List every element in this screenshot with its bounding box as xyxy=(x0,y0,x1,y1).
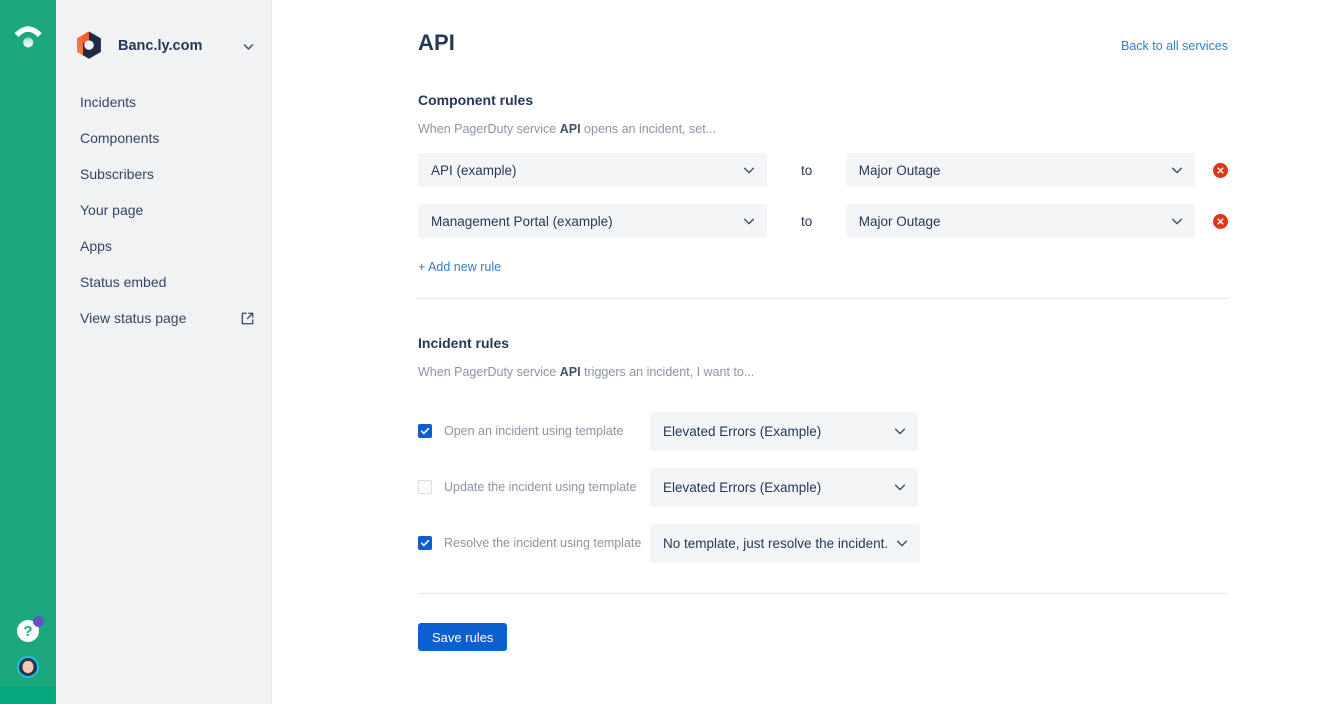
chevron-down-icon xyxy=(742,163,756,177)
incident-rules-heading: Incident rules xyxy=(418,335,510,351)
subtitle-prefix: When PagerDuty service xyxy=(418,122,560,136)
component-rule-row: API (example) to Major Outage xyxy=(418,153,1229,187)
subtitle-suffix: opens an incident, set... xyxy=(580,122,717,136)
sidebar-item-label: Subscribers xyxy=(80,166,154,182)
help-button[interactable]: ? xyxy=(17,616,44,642)
chevron-down-icon xyxy=(242,40,255,53)
sidebar-item-view-status-page[interactable]: View status page xyxy=(56,300,271,336)
open-incident-template-select[interactable]: Elevated Errors (Example) xyxy=(650,411,918,451)
sidebar-item-label: View status page xyxy=(80,310,187,326)
subtitle-service-name: API xyxy=(559,122,581,136)
sidebar-item-incidents[interactable]: Incidents xyxy=(56,84,271,120)
rail-bottom-strip xyxy=(0,686,56,704)
chevron-down-icon xyxy=(893,424,907,438)
close-x-icon xyxy=(1217,166,1224,174)
save-rules-button[interactable]: Save rules xyxy=(418,623,508,651)
resolve-incident-checkbox-wrap[interactable]: Resolve the incident using template xyxy=(418,536,650,550)
open-incident-checkbox-wrap[interactable]: Open an incident using template xyxy=(418,424,650,438)
component-rules-heading: Component rules xyxy=(418,92,534,108)
component-select-value: API (example) xyxy=(431,162,517,178)
sidebar-item-components[interactable]: Components xyxy=(56,120,271,156)
org-name: Banc.ly.com xyxy=(118,38,203,54)
chevron-down-icon xyxy=(1170,163,1184,177)
template-select-value: Elevated Errors (Example) xyxy=(663,423,822,439)
sidebar-item-label: Your page xyxy=(80,202,144,218)
rail-utility-icons: ? xyxy=(0,616,56,678)
sidebar-item-label: Components xyxy=(80,130,160,146)
chevron-down-icon xyxy=(1170,214,1184,228)
delete-rule-button-2[interactable] xyxy=(1213,213,1229,229)
sidebar-item-your-page[interactable]: Your page xyxy=(56,192,271,228)
resolve-incident-label: Resolve the incident using template xyxy=(444,536,642,550)
component-select-2[interactable]: Management Portal (example) xyxy=(418,204,768,238)
subtitle-service-name: API xyxy=(559,365,581,379)
save-divider xyxy=(418,593,1228,594)
add-new-rule-link[interactable]: + Add new rule xyxy=(418,260,501,274)
sidebar-item-status-embed[interactable]: Status embed xyxy=(56,264,271,300)
template-select-value: No template, just resolve the incident. xyxy=(663,535,889,551)
app-root: ? Banc.ly.com Incidents Components Subsc… xyxy=(0,0,1339,704)
rail-bottom: ? xyxy=(0,616,56,704)
section-divider xyxy=(418,298,1228,299)
subtitle-suffix: triggers an incident, I want to... xyxy=(580,365,755,379)
to-label: to xyxy=(800,213,813,229)
sidebar-item-subscribers[interactable]: Subscribers xyxy=(56,156,271,192)
sidebar: Banc.ly.com Incidents Components Subscri… xyxy=(56,0,272,704)
incident-rule-row: Resolve the incident using template No t… xyxy=(418,521,1228,565)
check-icon xyxy=(420,427,430,435)
avatar[interactable] xyxy=(17,656,39,678)
chevron-down-icon xyxy=(742,214,756,228)
incident-rules-subtitle: When PagerDuty service API triggers an i… xyxy=(418,365,1228,379)
resolve-incident-template-select[interactable]: No template, just resolve the incident. xyxy=(650,523,920,563)
update-incident-template-select[interactable]: Elevated Errors (Example) xyxy=(650,467,918,507)
page-title: API xyxy=(418,30,455,55)
status-select-value: Major Outage xyxy=(858,162,941,178)
content-column: API Back to all services Component rules… xyxy=(272,0,1339,651)
org-switcher[interactable]: Banc.ly.com xyxy=(56,0,271,66)
chevron-down-icon xyxy=(895,536,909,550)
status-select-value: Major Outage xyxy=(858,213,941,229)
component-rule-row: Management Portal (example) to Major Out… xyxy=(418,204,1229,238)
external-link-icon xyxy=(240,311,255,326)
statuspage-logo[interactable] xyxy=(0,26,56,48)
delete-rule-button-1[interactable] xyxy=(1213,162,1229,178)
chevron-down-icon xyxy=(893,480,907,494)
component-select-value: Management Portal (example) xyxy=(431,213,613,229)
resolve-incident-checkbox[interactable] xyxy=(418,536,432,550)
update-incident-checkbox[interactable] xyxy=(418,480,432,494)
sidebar-item-label: Incidents xyxy=(80,94,137,110)
page-header: API Back to all services xyxy=(418,22,1228,56)
sidebar-item-label: Status embed xyxy=(80,274,167,290)
open-incident-label: Open an incident using template xyxy=(444,424,624,438)
avatar-face xyxy=(22,661,34,674)
open-incident-checkbox[interactable] xyxy=(418,424,432,438)
template-select-value: Elevated Errors (Example) xyxy=(663,479,822,495)
to-label: to xyxy=(800,162,813,178)
product-rail: ? xyxy=(0,0,56,704)
sidebar-nav: Incidents Components Subscribers Your pa… xyxy=(56,66,271,336)
main-content: API Back to all services Component rules… xyxy=(272,0,1339,704)
update-incident-label: Update the incident using template xyxy=(444,480,637,494)
incident-rules-rows: Open an incident using template Elevated… xyxy=(418,409,1228,565)
status-select-1[interactable]: Major Outage xyxy=(845,153,1196,187)
help-notification-badge xyxy=(33,616,44,627)
statuspage-signal-icon xyxy=(14,26,42,48)
status-select-2[interactable]: Major Outage xyxy=(845,204,1196,238)
subtitle-prefix: When PagerDuty service xyxy=(418,365,560,379)
back-to-all-services-link[interactable]: Back to all services xyxy=(1121,39,1228,53)
check-icon xyxy=(420,539,430,547)
sidebar-item-label: Apps xyxy=(80,238,112,254)
component-select-1[interactable]: API (example) xyxy=(418,153,768,187)
update-incident-checkbox-wrap[interactable]: Update the incident using template xyxy=(418,480,650,494)
close-x-icon xyxy=(1217,217,1224,225)
incident-rule-row: Open an incident using template Elevated… xyxy=(418,409,1228,453)
component-rules-subtitle: When PagerDuty service API opens an inci… xyxy=(418,122,1228,136)
incident-rule-row: Update the incident using template Eleva… xyxy=(418,465,1228,509)
sidebar-item-apps[interactable]: Apps xyxy=(56,228,271,264)
pagerduty-hex-logo xyxy=(77,31,101,59)
